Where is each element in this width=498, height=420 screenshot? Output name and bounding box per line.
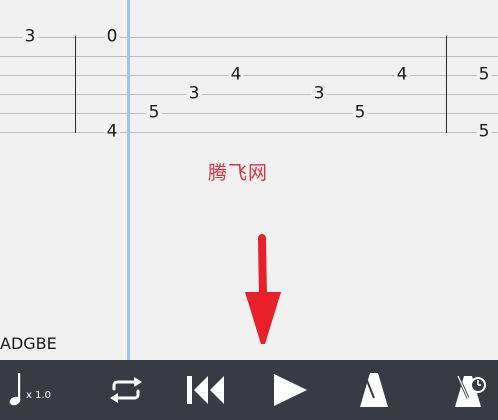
fret-number[interactable]: 5: [476, 123, 492, 141]
fret-number[interactable]: 4: [228, 66, 244, 84]
playback-cursor[interactable]: [127, 0, 130, 360]
arrow-down-icon: [245, 234, 281, 344]
speed-button[interactable]: x 1.0: [0, 360, 60, 420]
fret-number[interactable]: 3: [22, 28, 38, 46]
bar-line: [75, 36, 76, 133]
count-in-button[interactable]: [442, 360, 498, 420]
fret-number[interactable]: 5: [146, 104, 162, 122]
fret-number[interactable]: 5: [476, 66, 492, 84]
metronome-icon: [360, 373, 388, 407]
fret-number[interactable]: 4: [104, 123, 120, 141]
loop-button[interactable]: [98, 360, 154, 420]
tuning-label: ADGBE: [0, 334, 57, 353]
playback-toolbar: x 1.0: [0, 360, 498, 420]
repeat-icon: [110, 377, 142, 403]
metronome-button[interactable]: [346, 360, 402, 420]
fret-number[interactable]: 4: [394, 66, 410, 84]
fret-number[interactable]: 3: [311, 85, 327, 103]
tab-viewer: 3 0 5 3 4 4 3 5 4 5 5 腾飞网 ADGBE x 1.0: [0, 0, 498, 420]
play-button[interactable]: [262, 360, 318, 420]
watermark-text: 腾飞网: [208, 162, 269, 184]
fret-number[interactable]: 5: [352, 104, 368, 122]
skip-back-icon: [187, 376, 224, 404]
fret-number[interactable]: 3: [186, 85, 202, 103]
music-note-icon: [9, 373, 21, 406]
fret-number[interactable]: 0: [104, 28, 120, 46]
bar-line: [446, 36, 447, 133]
metronome-timer-icon: [455, 375, 486, 407]
play-icon: [274, 374, 307, 406]
rewind-button[interactable]: [178, 360, 234, 420]
speed-label: x 1.0: [26, 389, 51, 401]
